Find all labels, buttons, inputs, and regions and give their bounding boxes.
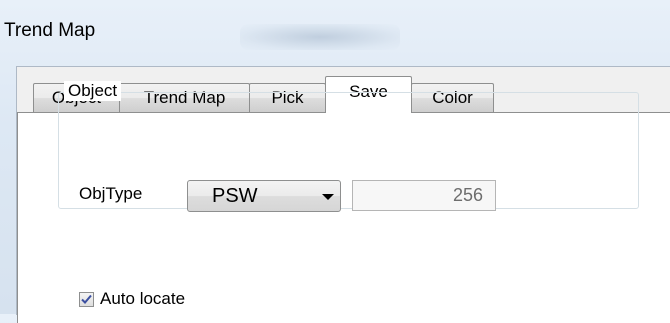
object-groupbox: Object xyxy=(58,81,639,209)
object-address-value: 256 xyxy=(452,185,483,205)
object-group-legend: Object xyxy=(64,81,122,101)
objtype-label: ObjType xyxy=(79,184,143,203)
title-bar-glow xyxy=(240,24,400,50)
trend-map-dialog: Trend Map Object Trend Map Pick Save Col… xyxy=(0,0,670,323)
objtype-selected-value: PSW xyxy=(212,185,258,207)
auto-locate-checkbox[interactable] xyxy=(79,292,94,307)
object-address-field[interactable]: 256 xyxy=(352,180,496,211)
checkmark-icon xyxy=(81,294,92,304)
objtype-dropdown[interactable]: PSW xyxy=(187,180,341,212)
window-title: Trend Map xyxy=(4,20,96,41)
auto-locate-label[interactable]: Auto locate xyxy=(100,289,185,309)
chevron-down-icon xyxy=(322,194,334,200)
